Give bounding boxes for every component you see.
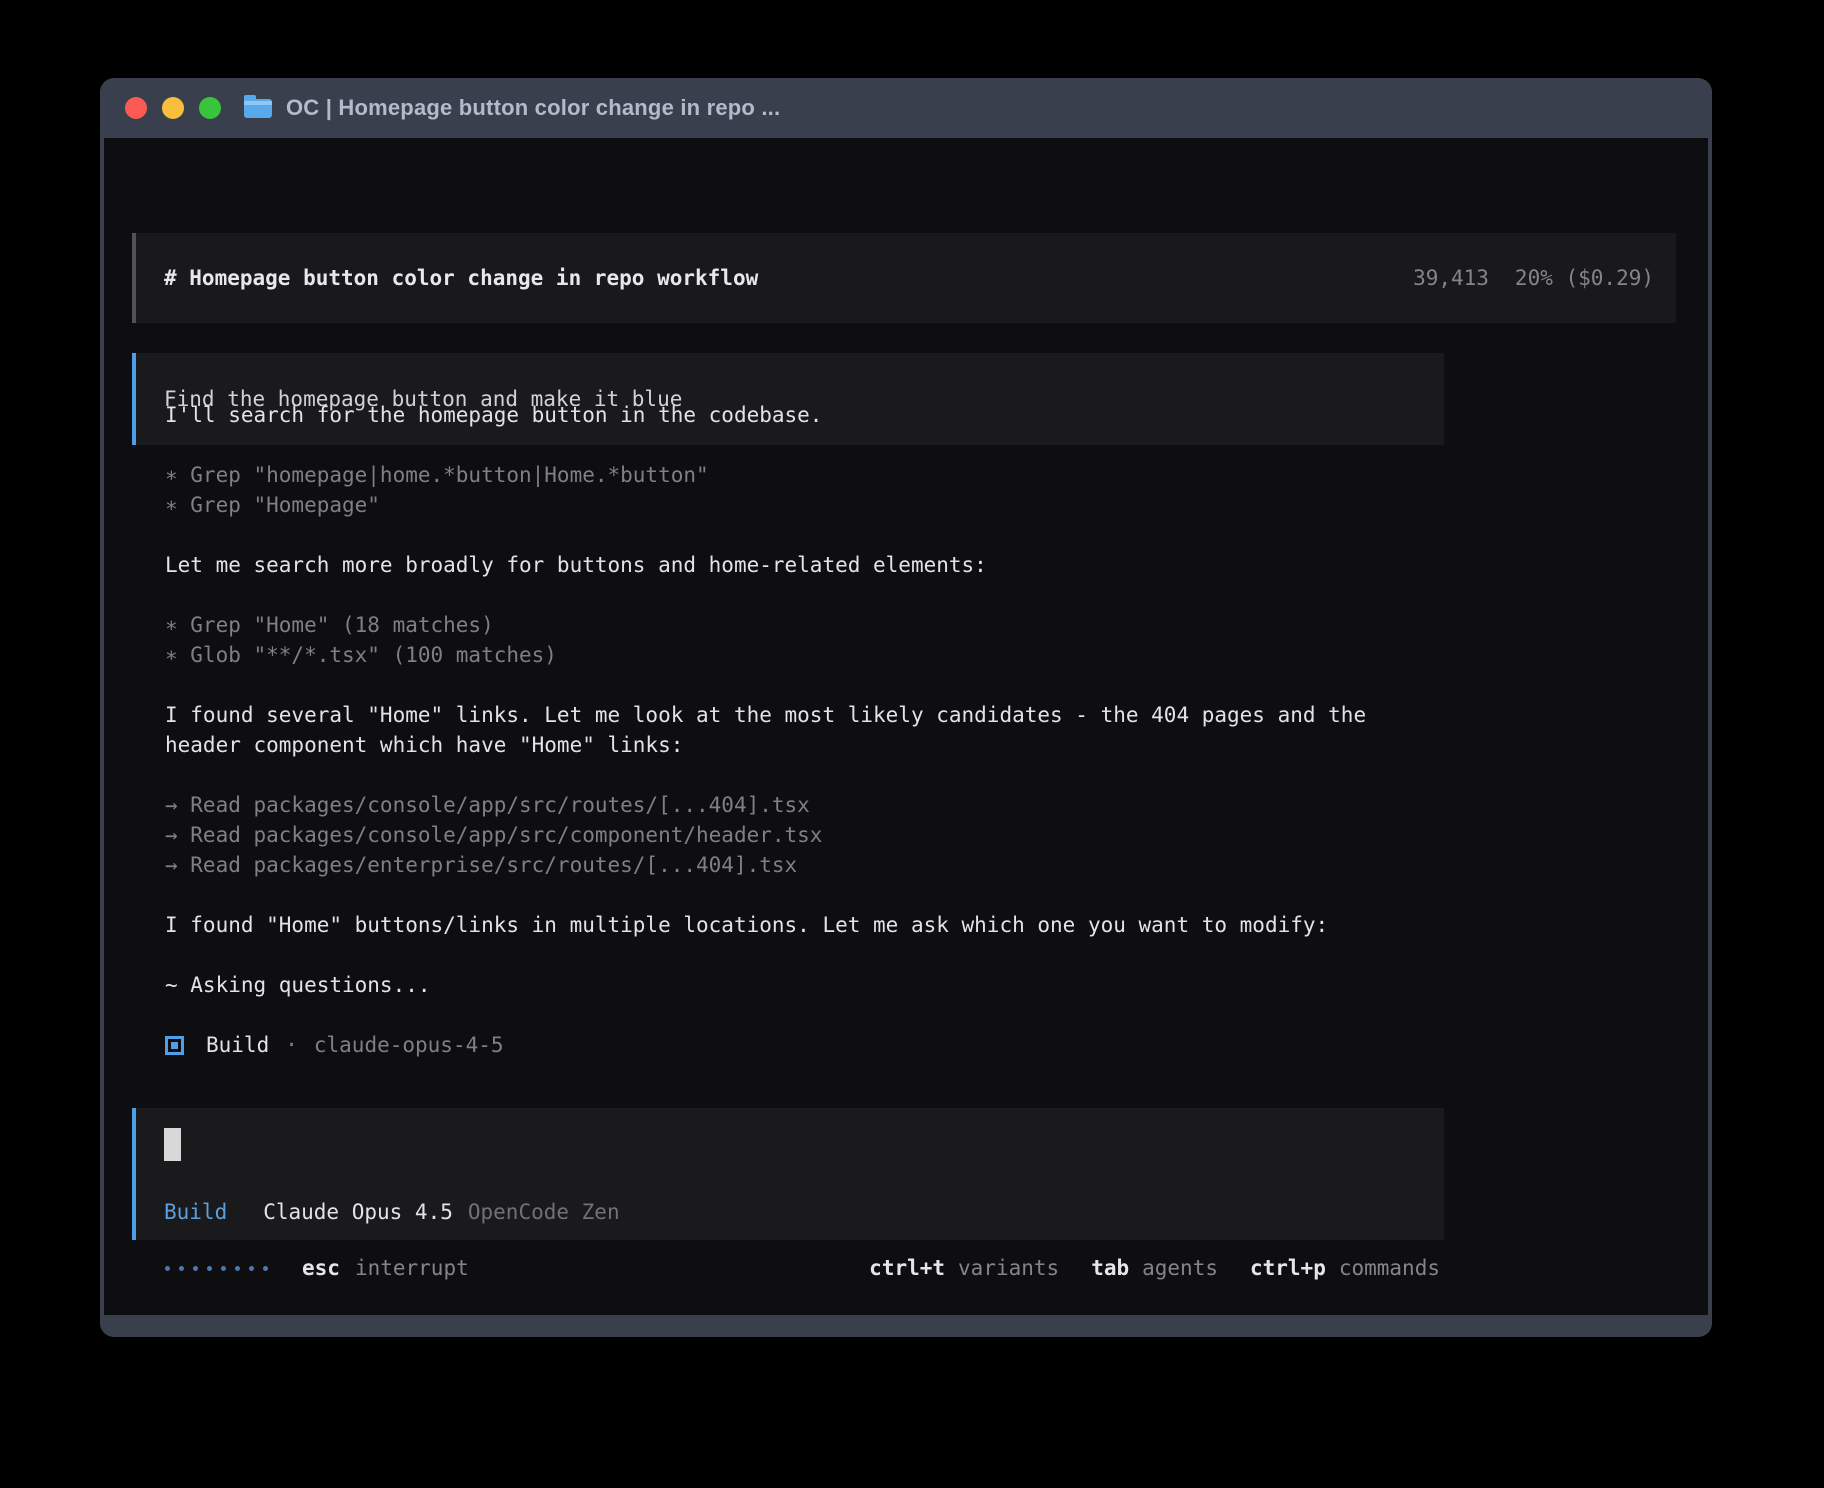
hint-agents: tab agents xyxy=(1091,1256,1218,1280)
hint-commands: ctrl+p commands xyxy=(1250,1256,1440,1280)
window-bottom-edge xyxy=(100,1315,1712,1337)
folder-icon xyxy=(244,99,272,118)
traffic-lights xyxy=(125,97,221,119)
tool-call-read: → Read packages/enterprise/src/routes/[.… xyxy=(165,850,1405,880)
input-model-label[interactable]: Claude Opus 4.5 xyxy=(263,1200,453,1224)
tool-call-read: → Read packages/console/app/src/routes/[… xyxy=(165,790,1405,820)
window-titlebar[interactable]: OC | Homepage button color change in rep… xyxy=(100,78,1712,138)
agent-status-row: Build · claude-opus-4-5 xyxy=(165,1030,1405,1060)
tool-call-grep: ∗ Grep "homepage|home.*button|Home.*butt… xyxy=(165,460,1405,490)
zoom-button[interactable] xyxy=(199,97,221,119)
prompt-input[interactable]: Build Claude Opus 4.5 OpenCode Zen xyxy=(132,1108,1444,1240)
agent-separator: · xyxy=(285,1030,298,1060)
tool-call-grep: ∗ Grep "Home" (18 matches) xyxy=(165,610,1405,640)
assistant-status: ~ Asking questions... xyxy=(165,970,1405,1000)
session-stats: 39,413 20% ($0.29) xyxy=(1413,266,1654,290)
agent-name: Build xyxy=(206,1030,269,1060)
conversation: I'll search for the homepage button in t… xyxy=(165,400,1405,1060)
tool-call-glob: ∗ Glob "**/*.tsx" (100 matches) xyxy=(165,640,1405,670)
token-count: 39,413 xyxy=(1413,266,1489,290)
status-hints: ctrl+t variants tab agents ctrl+p comman… xyxy=(869,1256,1440,1280)
spinner-dots xyxy=(165,1266,268,1271)
status-bar: esc interrupt ctrl+t variants tab agents… xyxy=(165,1252,1440,1284)
input-agent-label[interactable]: Build xyxy=(164,1200,227,1224)
session-title: # Homepage button color change in repo w… xyxy=(164,266,758,290)
assistant-text: Let me search more broadly for buttons a… xyxy=(165,550,1405,580)
esc-label: interrupt xyxy=(355,1256,469,1280)
close-button[interactable] xyxy=(125,97,147,119)
status-left: esc interrupt xyxy=(165,1256,469,1280)
input-provider-label: OpenCode Zen xyxy=(468,1200,620,1224)
minimize-button[interactable] xyxy=(162,97,184,119)
text-cursor xyxy=(164,1128,181,1161)
agent-model: claude-opus-4-5 xyxy=(314,1030,504,1060)
esc-key: esc xyxy=(302,1256,340,1280)
tool-call-read: → Read packages/console/app/src/componen… xyxy=(165,820,1405,850)
input-footer: Build Claude Opus 4.5 OpenCode Zen xyxy=(164,1200,1420,1224)
assistant-text: I'll search for the homepage button in t… xyxy=(165,400,1405,430)
hint-variants: ctrl+t variants xyxy=(869,1256,1059,1280)
agent-build-icon xyxy=(165,1036,184,1055)
window-title: OC | Homepage button color change in rep… xyxy=(286,95,780,121)
assistant-text: I found "Home" buttons/links in multiple… xyxy=(165,910,1405,940)
context-percent-cost: 20% ($0.29) xyxy=(1515,266,1654,290)
terminal-window: OC | Homepage button color change in rep… xyxy=(100,78,1712,1337)
terminal-content: # Homepage button color change in repo w… xyxy=(104,138,1708,1315)
assistant-text: I found several "Home" links. Let me loo… xyxy=(165,700,1405,760)
tool-call-grep: ∗ Grep "Homepage" xyxy=(165,490,1405,520)
session-header: # Homepage button color change in repo w… xyxy=(132,233,1676,323)
